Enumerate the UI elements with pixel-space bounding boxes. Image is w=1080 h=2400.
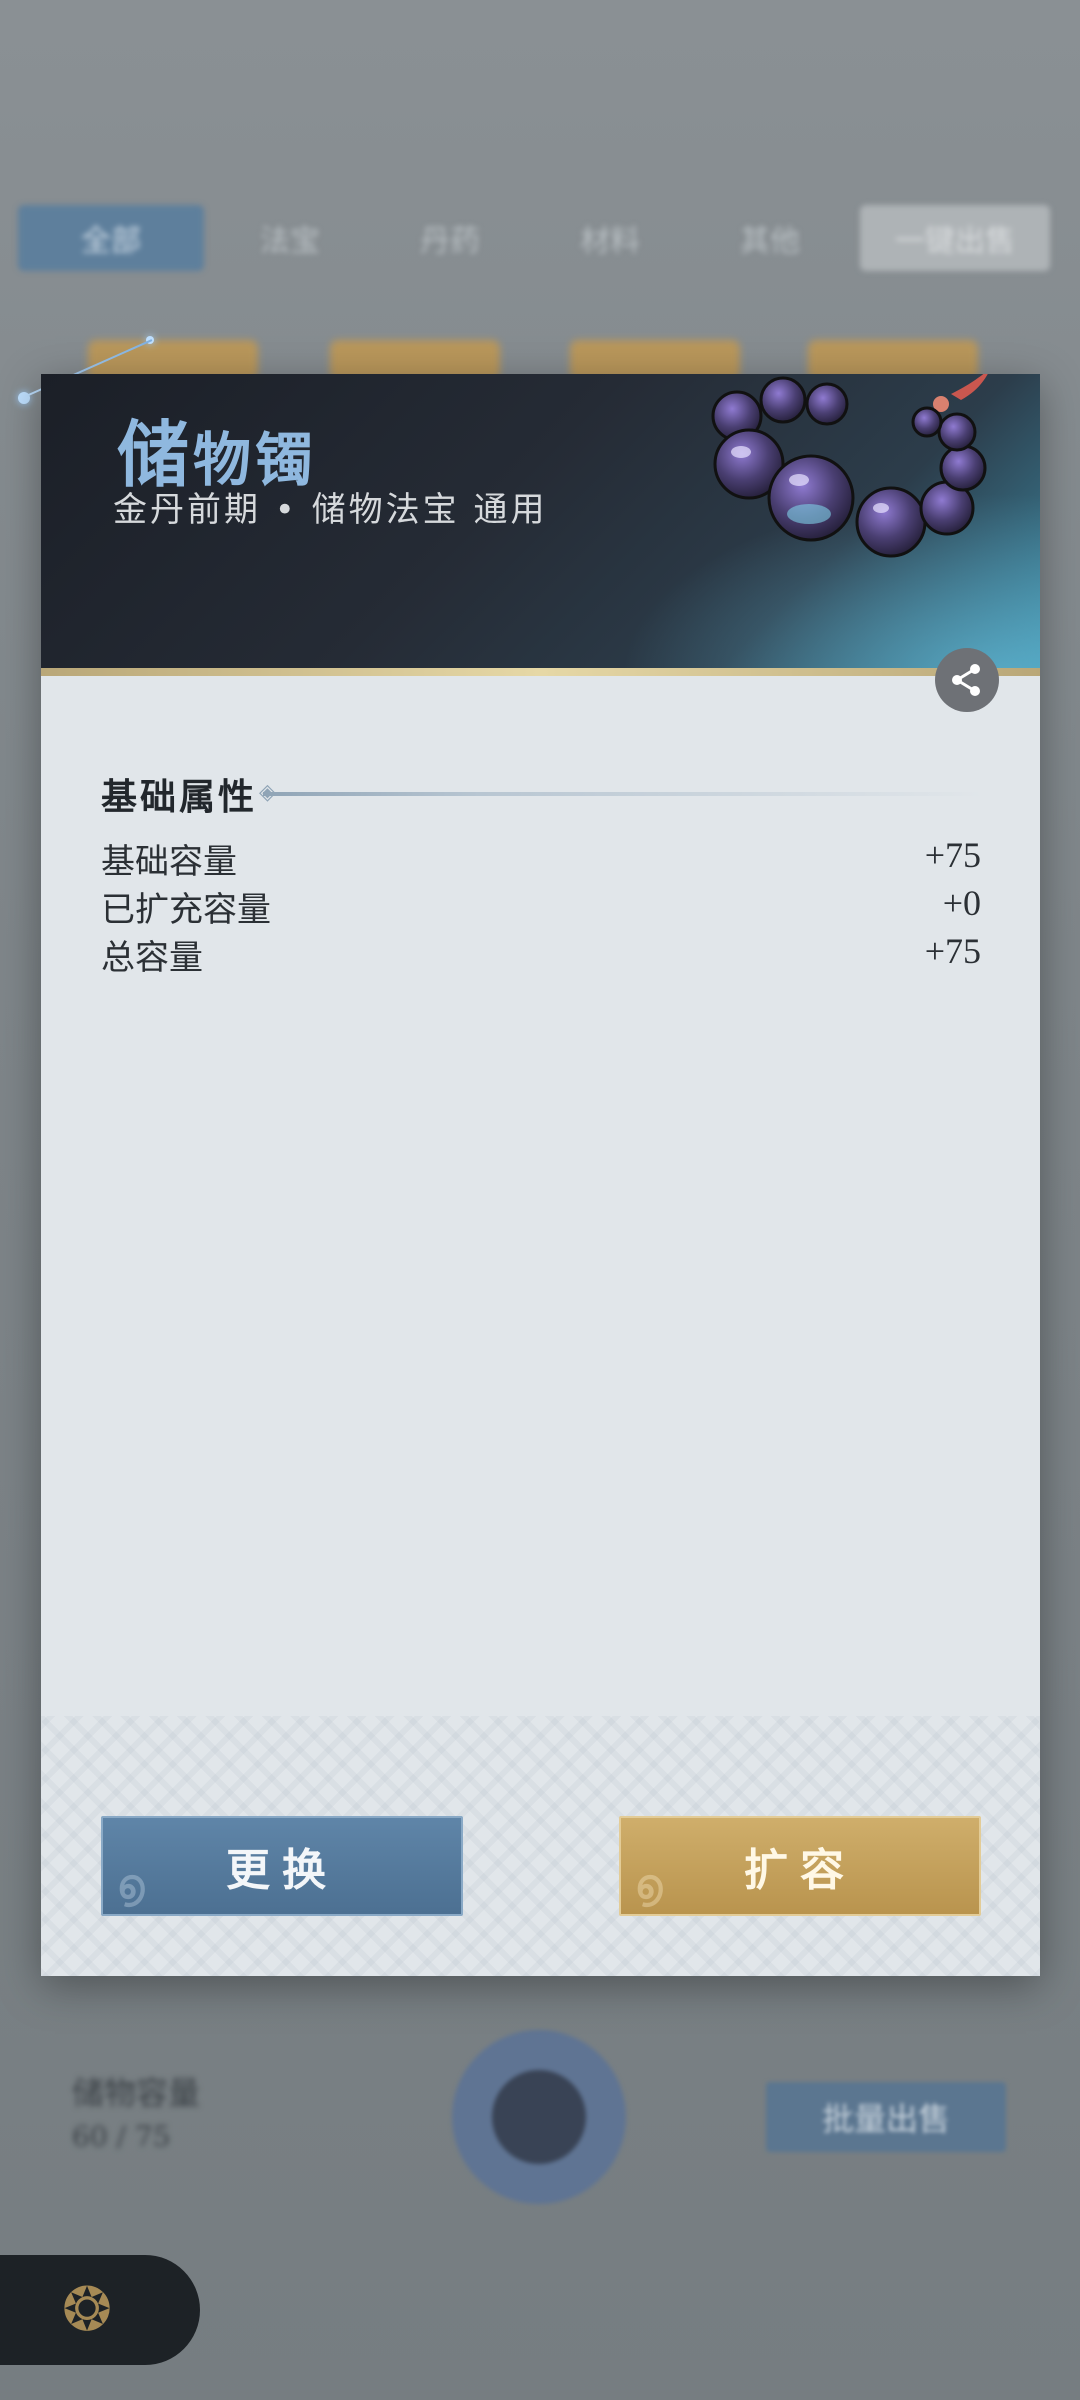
share-button[interactable] xyxy=(935,648,999,712)
section-title-basic-attributes: 基础属性 xyxy=(101,776,258,818)
bg-capacity-value: 60 / 75 xyxy=(72,2120,171,2153)
back-button[interactable]: ❂ xyxy=(0,2255,200,2365)
expand-button-label: 扩容 xyxy=(744,1845,856,1896)
bg-bulk-sell-button: 批量出售 xyxy=(766,2082,1006,2152)
stat-value: +75 xyxy=(924,835,981,875)
bg-tab-other: 其他 xyxy=(740,224,800,259)
share-icon xyxy=(952,664,980,696)
section-divider xyxy=(263,792,983,796)
stat-label: 基础容量 xyxy=(101,842,237,882)
expand-button[interactable]: ൭ 扩容 xyxy=(619,1816,981,1916)
cloud-swirl-icon: ൭ xyxy=(635,1861,675,1908)
bg-sell-button: 一键出售 xyxy=(860,205,1050,271)
stat-value: +0 xyxy=(942,883,981,923)
stat-label: 已扩充容量 xyxy=(101,890,271,930)
bg-tab-treasure: 法宝 xyxy=(260,224,320,259)
dialog-header: 储物镯 金丹前期 • 储物法宝 通用 xyxy=(41,374,1040,672)
bg-tab-material: 材料 xyxy=(580,224,640,259)
stat-row-expanded-capacity: 已扩充容量 +0 xyxy=(101,882,981,931)
cloud-swirl-icon: ൭ xyxy=(117,1861,157,1908)
bg-center-orb xyxy=(452,2030,626,2204)
header-divider xyxy=(41,668,1040,676)
stat-label: 总容量 xyxy=(101,938,203,978)
stat-row-base-capacity: 基础容量 +75 xyxy=(101,834,981,883)
item-subtitle: 金丹前期 • 储物法宝 通用 xyxy=(113,490,548,530)
bg-capacity-label: 储物容量 xyxy=(72,2074,201,2112)
stat-row-total-capacity: 总容量 +75 xyxy=(101,930,981,979)
stat-value: +75 xyxy=(924,931,981,971)
item-detail-dialog: 储物镯 金丹前期 • 储物法宝 通用 基础属性 基础容量 +75 已扩充容量 +… xyxy=(41,374,1040,1976)
back-emblem-icon: ❂ xyxy=(61,2275,113,2345)
swap-button-label: 更换 xyxy=(226,1845,338,1896)
storage-bracelet-icon xyxy=(711,374,988,558)
bg-tab-pill: 丹药 xyxy=(420,224,480,259)
swap-button[interactable]: ൭ 更换 xyxy=(101,1816,463,1916)
bg-tab-all: 全部 xyxy=(18,205,204,271)
